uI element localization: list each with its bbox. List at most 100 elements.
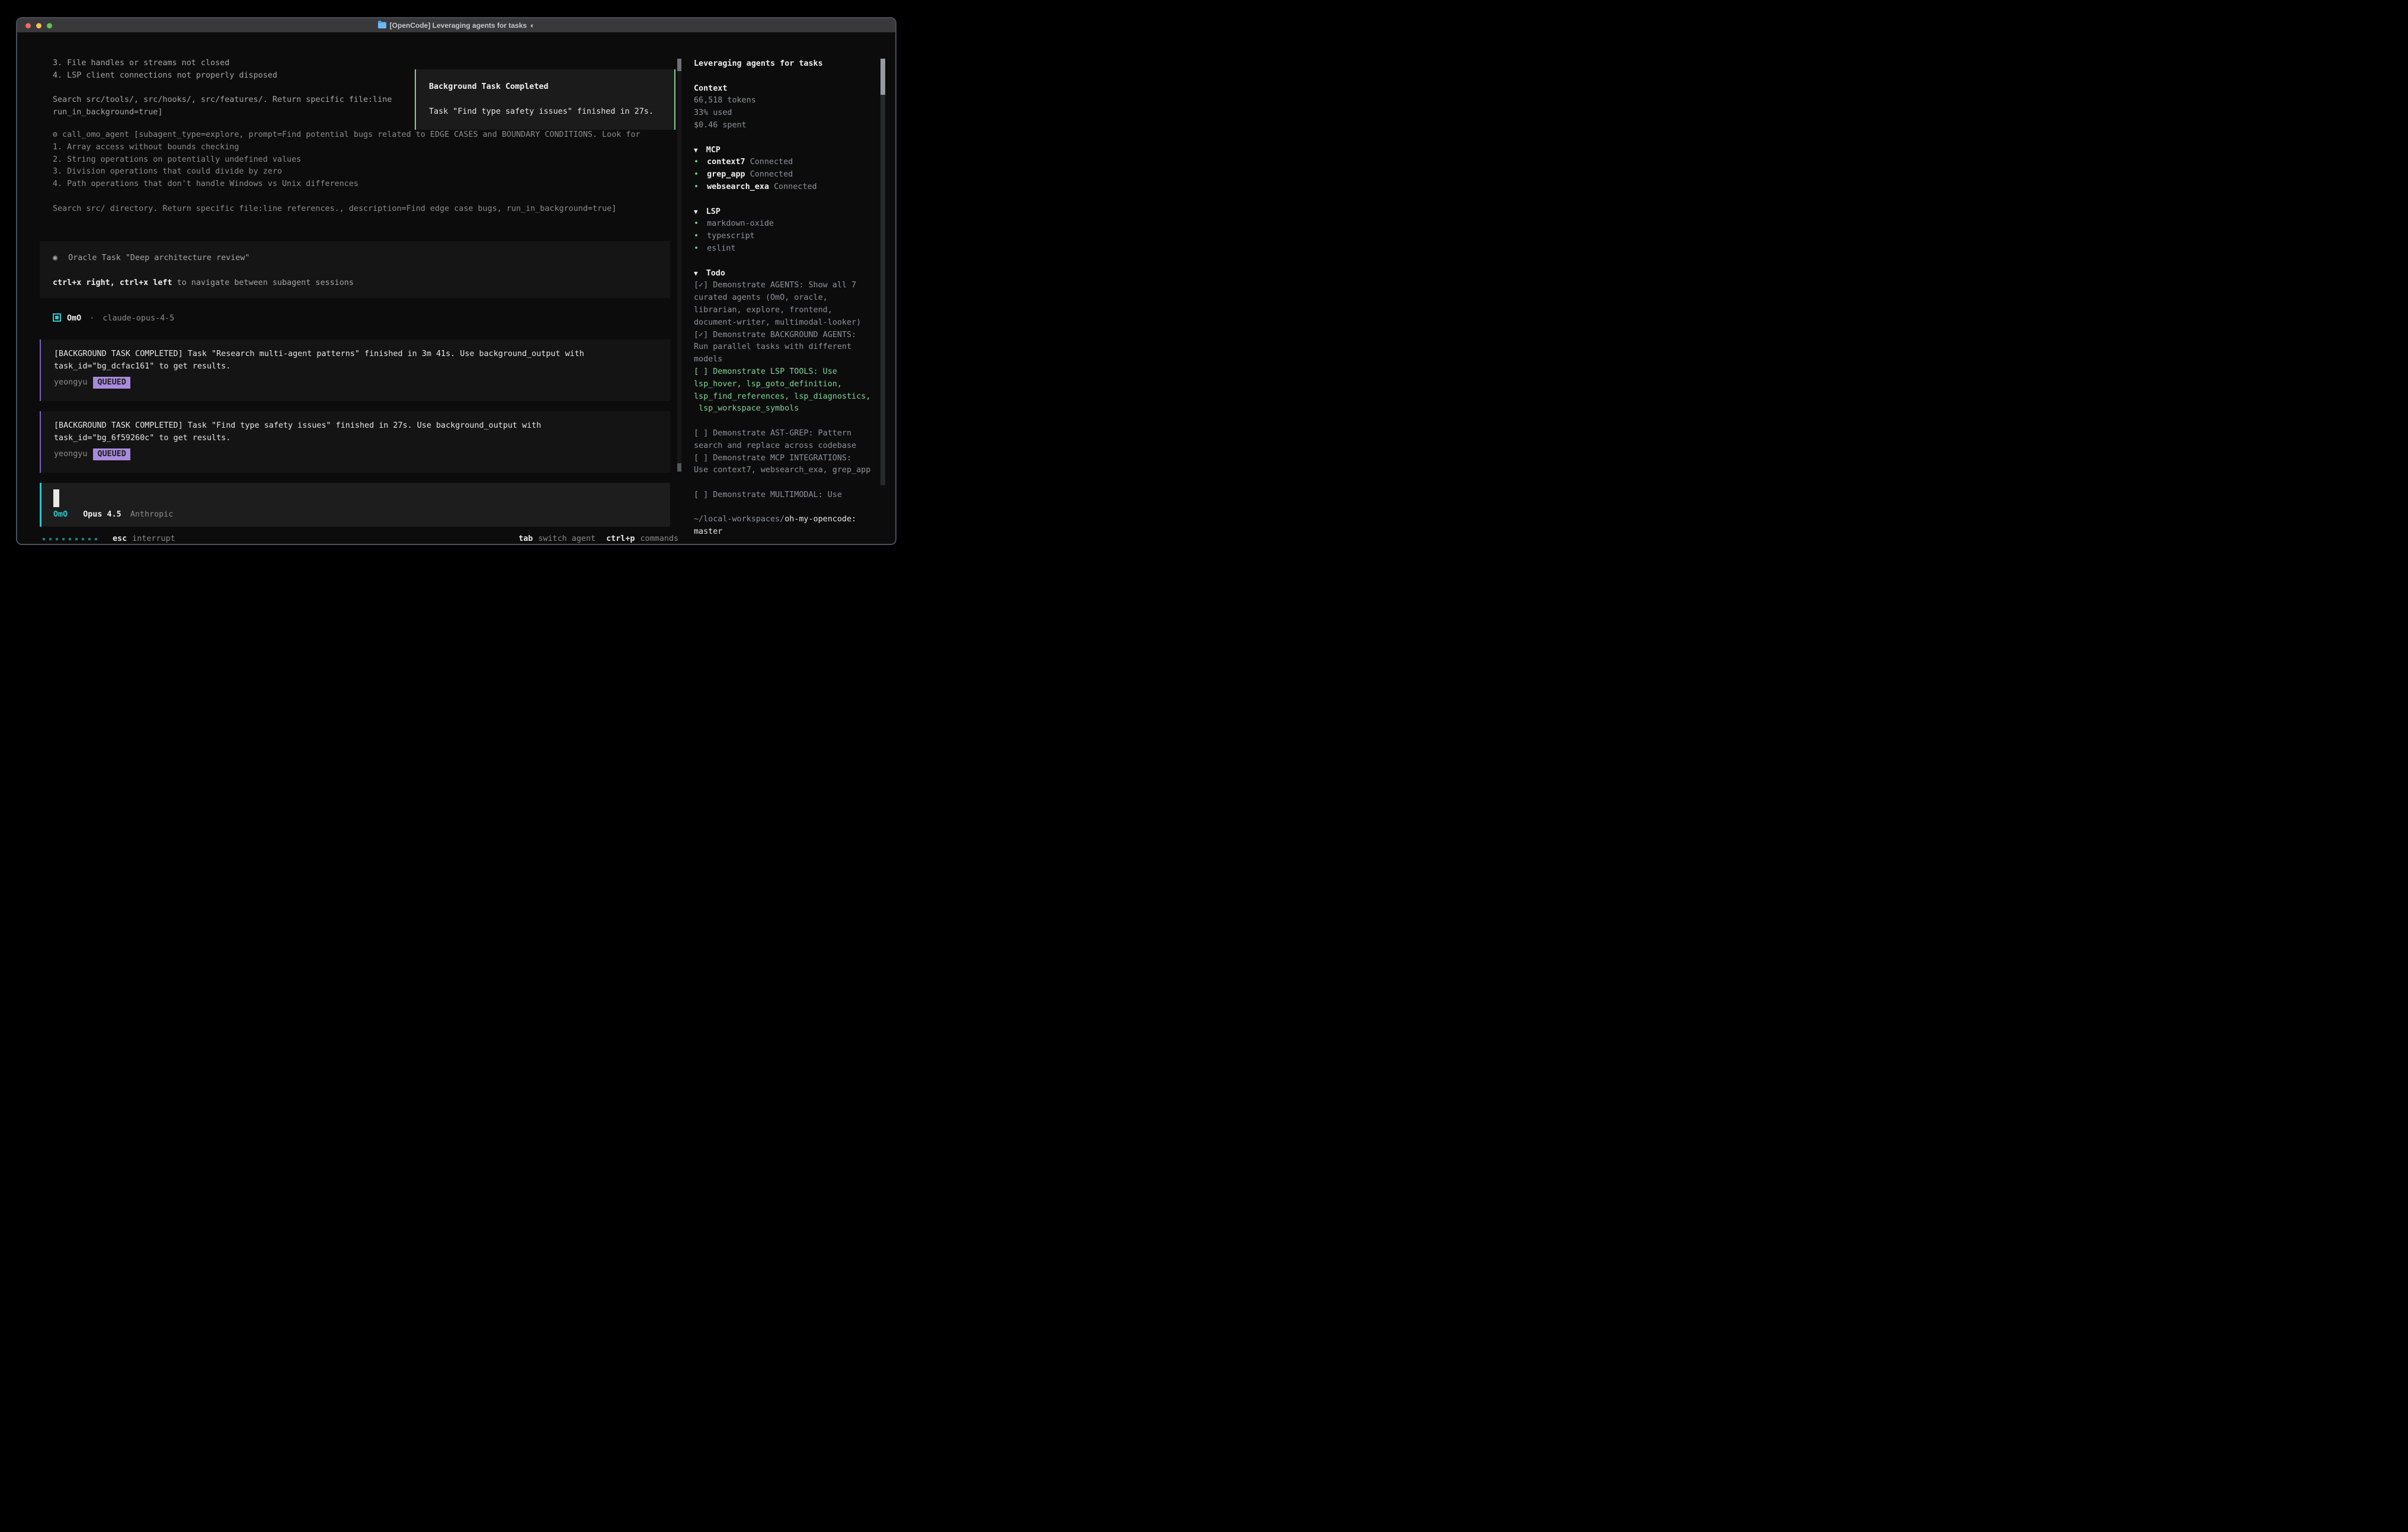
fisheye-icon: ◉ (53, 254, 57, 262)
esc-key-hint[interactable]: esc (113, 533, 127, 545)
status-dot-icon: • (694, 244, 699, 253)
todo-item-pending: [ ] Demonstrate MULTIMODAL: Use (694, 489, 889, 502)
todo-section: ▼ Todo [✓] Demonstrate AGENTS: Show all … (694, 268, 889, 416)
tab-key-hint[interactable]: tab (518, 533, 533, 545)
sidebar-scrollbar-thumb[interactable] (880, 59, 885, 95)
main-scrollbar-track[interactable] (677, 59, 681, 472)
context-spent: $0.46 spent (694, 120, 889, 132)
mcp-heading: MCP (706, 146, 721, 155)
message-meta-row: yeongyu QUEUED (54, 448, 670, 461)
hint-text: to navigate between subagent sessions (172, 278, 354, 287)
agent-name: OmO (67, 314, 81, 323)
lsp-heading-row[interactable]: ▼ LSP (694, 206, 889, 219)
sidebar-scrollbar-track[interactable] (880, 59, 885, 485)
context-tokens: 66,518 tokens (694, 95, 889, 107)
session-title: Leveraging agents for tasks (694, 58, 889, 70)
context-used: 33% used (694, 107, 889, 120)
workspace-path: ~/local-workspaces/oh-my-opencode: (694, 514, 889, 526)
window-title: [OpenCode] Leveraging agents for tasks ◐ (17, 21, 895, 30)
ctrlp-key-hint[interactable]: ctrl+p (606, 533, 635, 545)
status-badge: QUEUED (93, 448, 130, 461)
status-bar-right: tab switch agent ctrl+p commands (440, 533, 678, 545)
status-dot-icon: • (694, 170, 699, 179)
collapse-triangle-icon[interactable]: ▼ (694, 208, 698, 216)
username: yeongyu (54, 450, 87, 459)
notification-title: Background Task Completed (429, 81, 674, 94)
workspace-path-project: oh-my-opencode: (784, 515, 856, 524)
input-model-row[interactable]: OmO Opus 4.5 Anthropic (53, 509, 173, 521)
mcp-section: ▼ MCP • context7 Connected • grep_app Co… (694, 145, 889, 194)
oracle-task-box: ◉ Oracle Task "Deep architecture review"… (40, 241, 670, 298)
lsp-item: • typescript (694, 230, 889, 243)
mcp-item-status: Connected (750, 170, 793, 179)
ctrlp-key-label: commands (641, 533, 679, 545)
zoom-window-button[interactable] (47, 23, 52, 28)
title-bar: [OpenCode] Leveraging agents for tasks ◐ (17, 18, 895, 33)
main-scrollbar-thumb[interactable] (677, 59, 681, 71)
mcp-item: • websearch_exa Connected (694, 181, 889, 194)
collapse-triangle-icon[interactable]: ▼ (694, 146, 698, 154)
lsp-item: • eslint (694, 243, 889, 255)
status-dot-icon: • (694, 158, 699, 166)
lsp-item: • markdown-oxide (694, 218, 889, 230)
status-dot-icon: • (694, 182, 699, 191)
oracle-task-title: Oracle Task "Deep architecture review" (68, 254, 249, 262)
workspace-path-prefix: ~/local-workspaces/ (694, 515, 784, 524)
collapse-triangle-icon[interactable]: ▼ (694, 270, 698, 277)
mcp-item-status: Connected (774, 182, 817, 191)
app-window: [OpenCode] Leveraging agents for tasks ◐… (16, 17, 896, 545)
sidebar: Leveraging agents for tasks Context 66,5… (694, 58, 889, 545)
todo-heading-row[interactable]: ▼ Todo (694, 268, 889, 280)
text-cursor (53, 489, 59, 507)
mcp-item: • grep_app Connected (694, 169, 889, 181)
agent-model: claude-opus-4-5 (103, 314, 174, 323)
input-provider-name: Anthropic (130, 510, 174, 519)
status-dot-icon: • (694, 219, 699, 228)
message-line1: [BACKGROUND TASK COMPLETED] Task "Resear… (54, 348, 670, 361)
workspace-branch: master (694, 526, 889, 539)
mcp-item-name: websearch_exa (707, 182, 769, 191)
folder-icon (378, 22, 386, 28)
context-section: Context 66,518 tokens 33% used $0.46 spe… (694, 83, 889, 132)
tab-key-label: switch agent (538, 533, 595, 545)
message-line2: task_id="bg_dcfac161" to get results. (54, 361, 670, 373)
window-title-text: [OpenCode] Leveraging agents for tasks (390, 21, 527, 30)
lsp-heading: LSP (706, 207, 721, 216)
notification-body: Task "Find type safety issues" finished … (429, 106, 674, 118)
context-heading: Context (694, 83, 889, 95)
terminal-content: 3. File handles or streams not closed 4.… (17, 33, 895, 544)
status-dot-icon: • (694, 232, 699, 241)
lsp-section: ▼ LSP • markdown-oxide • typescript • es… (694, 206, 889, 255)
main-scrollbar-thumb[interactable] (677, 463, 681, 472)
minimize-window-button[interactable] (36, 23, 41, 28)
lsp-item-name: markdown-oxide (707, 219, 774, 228)
mcp-item-name: context7 (707, 158, 745, 166)
message-meta-row: yeongyuQUEUED (54, 377, 670, 389)
input-model-name: Opus 4.5 (83, 510, 121, 519)
todo-pending-group: [ ] Demonstrate MULTIMODAL: Use (694, 489, 889, 502)
todo-heading: Todo (706, 269, 725, 278)
todo-item-pending: [ ] Demonstrate MCP INTEGRATIONS: Use co… (694, 453, 889, 477)
todo-item-pending: [ ] Demonstrate AST-GREP: Pattern search… (694, 428, 889, 453)
spinner-dots-icon (43, 538, 97, 540)
background-task-notification: Background Task Completed Task "Find typ… (415, 69, 675, 130)
mcp-heading-row[interactable]: ▼ MCP (694, 145, 889, 157)
oracle-task-hint: ctrl+x right, ctrl+x left to navigate be… (53, 277, 670, 290)
window-controls[interactable] (25, 18, 52, 33)
todo-item-active: [ ] Demonstrate LSP TOOLS: Use lsp_hover… (694, 366, 889, 415)
message-line1: [BACKGROUND TASK COMPLETED] Task "Find t… (54, 420, 670, 432)
status-bar-left: esc interrupt (43, 533, 175, 545)
oracle-task-title-row: ◉ Oracle Task "Deep architecture review" (53, 252, 670, 265)
todo-item-done: [✓] Demonstrate BACKGROUND AGENTS: Run p… (694, 329, 889, 366)
mcp-item-name: grep_app (707, 170, 745, 179)
prompt-input[interactable]: OmO Opus 4.5 Anthropic (40, 483, 670, 527)
input-agent-name: OmO (53, 510, 68, 519)
lsp-item-name: typescript (707, 232, 755, 241)
mcp-item-status: Connected (750, 158, 793, 166)
message-line2: task_id="bg_6f59260c" to get results. (54, 432, 670, 445)
agent-header: OmO · claude-opus-4-5 (53, 313, 174, 325)
half-circle-icon: ◐ (530, 21, 534, 30)
separator-dot: · (89, 314, 94, 323)
close-window-button[interactable] (25, 23, 31, 28)
workspace-section: ~/local-workspaces/oh-my-opencode: maste… (694, 514, 889, 539)
